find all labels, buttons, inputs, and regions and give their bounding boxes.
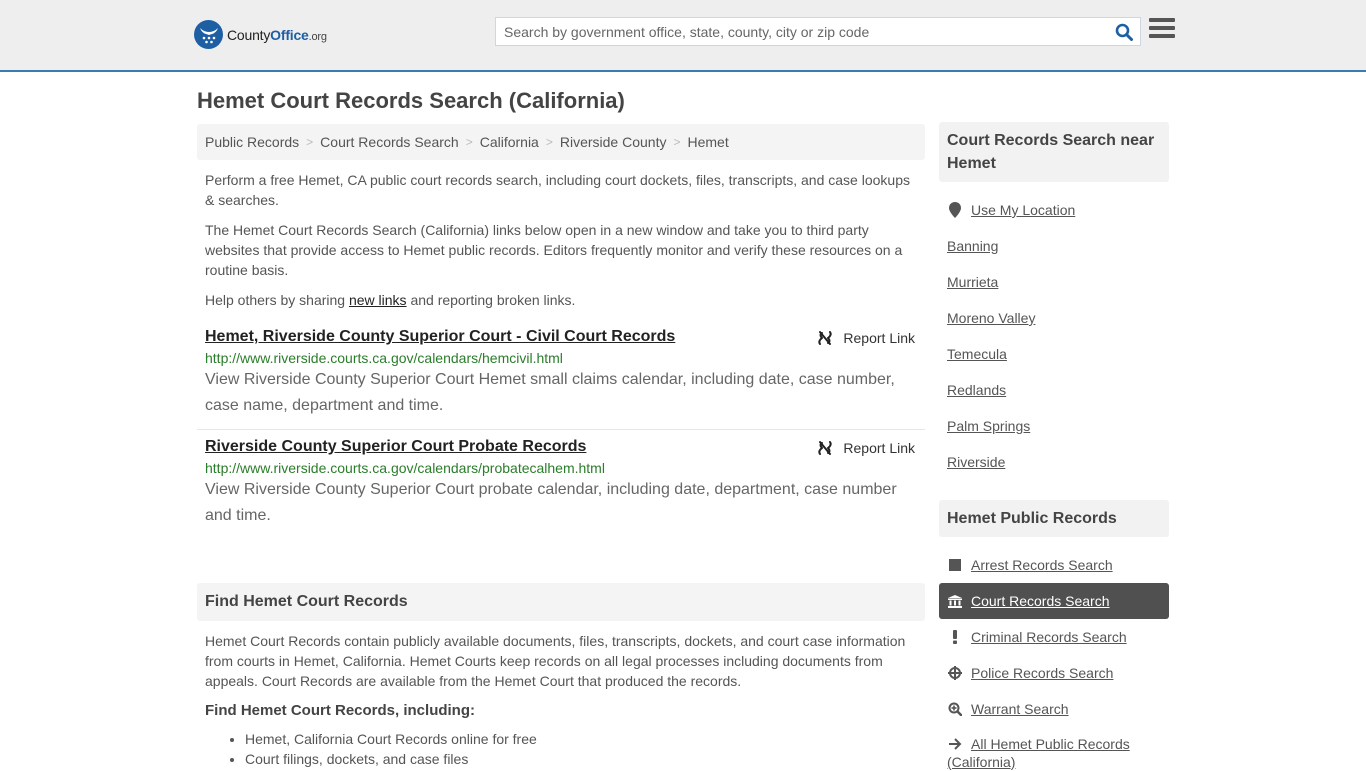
logo-text: CountyOffice.org <box>227 26 327 43</box>
nearby-city-temecula[interactable]: Temecula <box>939 336 1169 372</box>
city-link[interactable]: Riverside <box>947 454 1005 470</box>
search-input[interactable] <box>496 18 1108 45</box>
nearby-city-redlands[interactable]: Redlands <box>939 372 1169 408</box>
intro-text: Perform a free Hemet, CA public court re… <box>197 170 925 310</box>
nearby-city-banning[interactable]: Banning <box>939 228 1169 264</box>
city-link[interactable]: Redlands <box>947 382 1006 398</box>
nearby-heading: Court Records Search near Hemet <box>939 122 1169 182</box>
find-records-subheading: Find Hemet Court Records, including: <box>205 702 476 719</box>
breadcrumb-separator: > <box>545 135 553 149</box>
city-link[interactable]: Banning <box>947 238 998 254</box>
breadcrumb-separator: > <box>673 135 681 149</box>
report-link-button[interactable]: Report Link <box>817 440 915 456</box>
find-records-heading: Find Hemet Court Records <box>197 583 925 621</box>
sidebar-item-label[interactable]: All Hemet Public Records <box>971 735 1130 753</box>
nearby-city-palm-springs[interactable]: Palm Springs <box>939 408 1169 444</box>
breadcrumb-riverside-county[interactable]: Riverside County <box>560 134 667 150</box>
main-content: Public Records > Court Records Search > … <box>197 124 925 769</box>
breadcrumb-california[interactable]: California <box>480 134 539 150</box>
site-logo[interactable]: CountyOffice.org <box>194 20 327 49</box>
list-item: Hemet, California Court Records online f… <box>245 729 917 749</box>
result-item: Hemet, Riverside County Superior Court -… <box>197 320 925 430</box>
find-records-body: Hemet Court Records contain publicly ava… <box>197 631 925 769</box>
broken-link-icon <box>818 331 833 345</box>
report-link-button[interactable]: Report Link <box>817 330 915 346</box>
breadcrumb-court-records-search[interactable]: Court Records Search <box>320 134 459 150</box>
find-records-list: Hemet, California Court Records online f… <box>205 729 917 769</box>
sidebar: Court Records Search near Hemet Use My L… <box>939 122 1169 771</box>
breadcrumb-hemet[interactable]: Hemet <box>687 134 728 150</box>
sidebar-item-police-records[interactable]: Police Records Search <box>939 655 1169 691</box>
sidebar-item-label[interactable]: Warrant Search <box>971 701 1069 717</box>
list-item: Court filings, dockets, and case files <box>245 749 917 769</box>
report-link-label: Report Link <box>843 440 915 456</box>
broken-link-icon <box>818 441 833 455</box>
intro-text-after: and reporting broken links. <box>406 292 576 308</box>
menu-bar <box>1149 18 1175 22</box>
result-url[interactable]: http://www.riverside.courts.ca.gov/calen… <box>205 460 917 476</box>
result-title-link[interactable]: Hemet, Riverside County Superior Court -… <box>205 328 675 346</box>
menu-bar <box>1149 34 1175 38</box>
use-my-location-item[interactable]: Use My Location <box>939 192 1169 228</box>
courthouse-icon <box>947 594 963 608</box>
city-link[interactable]: Palm Springs <box>947 418 1030 434</box>
search-box <box>495 17 1141 46</box>
public-records-heading: Hemet Public Records <box>939 500 1169 537</box>
nearby-city-riverside[interactable]: Riverside <box>939 444 1169 480</box>
sidebar-item-arrest-records[interactable]: Arrest Records Search <box>939 547 1169 583</box>
page-title: Hemet Court Records Search (California) <box>197 88 625 113</box>
sidebar-item-label[interactable]: Criminal Records Search <box>971 629 1127 645</box>
breadcrumb-separator: > <box>465 135 473 149</box>
intro-paragraph-2: The Hemet Court Records Search (Californ… <box>205 222 903 278</box>
sidebar-item-all-public-records[interactable]: All Hemet Public Records (California) <box>939 727 1169 771</box>
city-link[interactable]: Moreno Valley <box>947 310 1035 326</box>
menu-bar <box>1149 26 1175 30</box>
intro-paragraph-3: Help others by sharing new links and rep… <box>205 290 917 310</box>
crosshairs-icon <box>947 666 963 680</box>
sidebar-item-label[interactable]: Court Records Search <box>971 593 1110 609</box>
use-my-location-link[interactable]: Use My Location <box>971 202 1075 218</box>
nearby-list: Use My Location Banning Murrieta Moreno … <box>939 192 1169 480</box>
arrow-right-icon <box>947 738 963 750</box>
sidebar-item-label[interactable]: Police Records Search <box>971 665 1113 681</box>
square-icon <box>947 559 963 571</box>
city-link[interactable]: Temecula <box>947 346 1007 362</box>
intro-text-before: Help others by sharing <box>205 292 349 308</box>
result-item: Riverside County Superior Court Probate … <box>197 430 925 539</box>
result-title-link[interactable]: Riverside County Superior Court Probate … <box>205 438 586 456</box>
sidebar-item-court-records[interactable]: Court Records Search <box>939 583 1169 619</box>
intro-paragraph-1: Perform a free Hemet, CA public court re… <box>205 172 910 208</box>
report-link-label: Report Link <box>843 330 915 346</box>
sidebar-item-label[interactable]: Arrest Records Search <box>971 557 1113 573</box>
exclamation-icon <box>947 630 963 644</box>
result-description: View Riverside County Superior Court pro… <box>205 481 897 524</box>
new-links-link[interactable]: new links <box>349 292 407 308</box>
sidebar-item-label-suffix[interactable]: (California) <box>947 753 1161 771</box>
hamburger-menu-button[interactable] <box>1149 18 1175 42</box>
city-link[interactable]: Murrieta <box>947 274 998 290</box>
search-button[interactable] <box>1108 18 1140 45</box>
sidebar-item-warrant-search[interactable]: Warrant Search <box>939 691 1169 727</box>
result-url[interactable]: http://www.riverside.courts.ca.gov/calen… <box>205 350 917 366</box>
breadcrumb-public-records[interactable]: Public Records <box>205 134 299 150</box>
breadcrumb-separator: > <box>306 135 314 149</box>
result-description: View Riverside County Superior Court Hem… <box>205 371 895 414</box>
map-marker-icon <box>947 202 963 218</box>
search-icon <box>1115 23 1133 41</box>
top-bar: CountyOffice.org <box>0 0 1366 72</box>
sidebar-item-criminal-records[interactable]: Criminal Records Search <box>939 619 1169 655</box>
zoom-in-icon <box>947 702 963 716</box>
eagle-logo-icon <box>194 20 223 49</box>
nearby-city-moreno-valley[interactable]: Moreno Valley <box>939 300 1169 336</box>
nearby-city-murrieta[interactable]: Murrieta <box>939 264 1169 300</box>
public-records-list: Arrest Records Search Court Records Sear… <box>939 547 1169 771</box>
breadcrumb: Public Records > Court Records Search > … <box>197 124 925 160</box>
find-records-paragraph: Hemet Court Records contain publicly ava… <box>205 633 906 689</box>
